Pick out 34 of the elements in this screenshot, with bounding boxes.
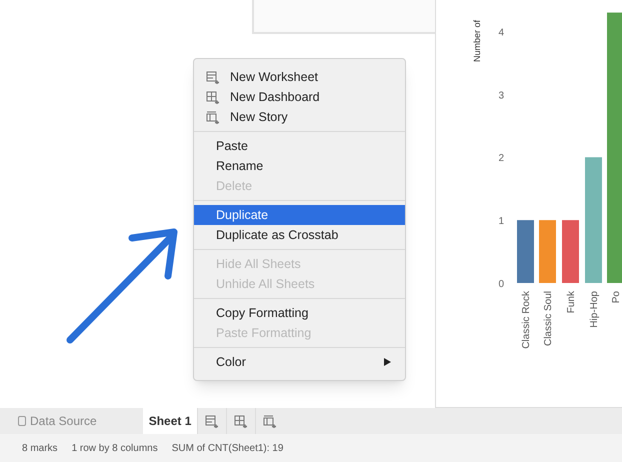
menu-item[interactable]: Duplicate as Crosstab (194, 225, 405, 245)
status-text: 1 row by 8 columns (72, 442, 158, 456)
menu-item[interactable]: New Worksheet (194, 67, 405, 87)
menu-item[interactable]: Paste (194, 136, 405, 156)
sheet-tab[interactable]: Sheet 1 (142, 408, 198, 434)
menu-item[interactable]: Color (194, 352, 405, 372)
new-sheet-icon (263, 414, 278, 428)
bar (562, 220, 579, 283)
tick-label: 0 (498, 279, 504, 290)
database-icon (18, 416, 26, 426)
bar (539, 220, 556, 283)
status-text: SUM of CNT(Sheet1): 19 (172, 442, 284, 456)
menu-item[interactable]: Duplicate (194, 205, 405, 225)
menu-item[interactable]: New Dashboard (194, 87, 405, 107)
tick-label: 3 (498, 90, 504, 102)
category-label: Funk (566, 291, 577, 314)
sheet-plus-icon (206, 110, 220, 124)
menu-item[interactable]: Rename (194, 156, 405, 176)
category-label: Classic Rock (521, 291, 532, 349)
category-label: Po (611, 291, 622, 304)
menu-item[interactable]: Copy Formatting (194, 303, 405, 323)
menu-item[interactable]: New Story (194, 107, 405, 127)
sheet-plus-icon (206, 70, 220, 84)
tick-label: 2 (498, 153, 504, 164)
tick-label: 4 (498, 27, 504, 38)
bar (517, 220, 534, 283)
status-text: 8 marks (22, 442, 58, 456)
new-sheet-icon (205, 414, 220, 428)
category-label: Hip-Hop (589, 291, 600, 328)
axis-title: Number of (472, 20, 482, 62)
tick-label: 1 (498, 216, 504, 228)
sheet-plus-icon (206, 90, 220, 104)
category-label: Classic Soul (543, 291, 554, 346)
new-sheet-icon (234, 414, 248, 428)
